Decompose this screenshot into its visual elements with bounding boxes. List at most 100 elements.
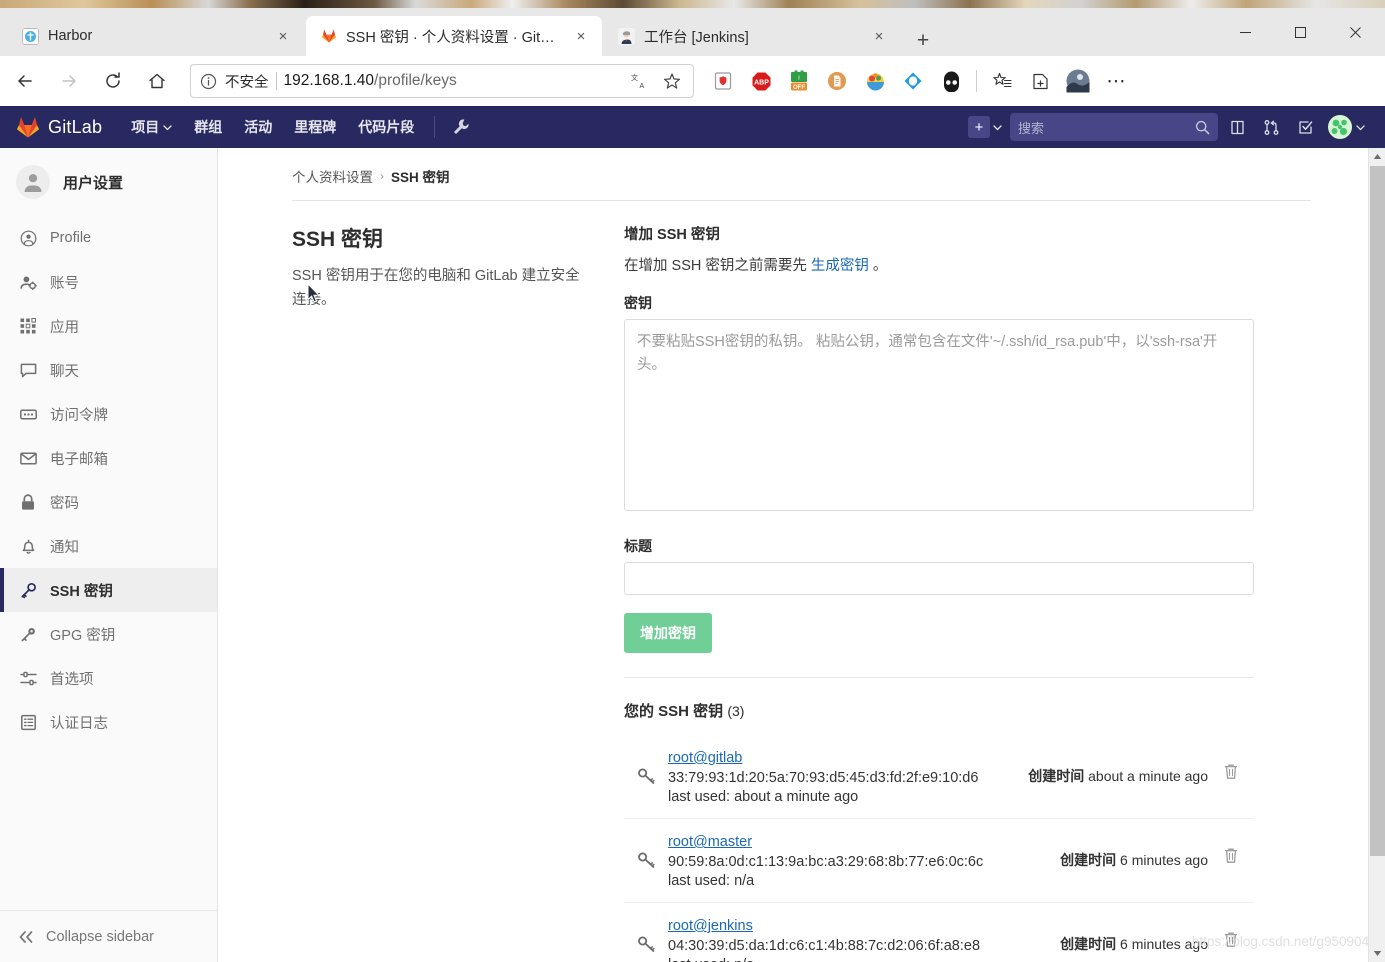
sidebar-item-auth-log[interactable]: 认证日志 [0,700,217,744]
document-extension-icon[interactable] [818,62,856,100]
nav-item-projects[interactable]: 项目 [120,106,183,148]
translate-icon[interactable]: 文A [626,68,652,94]
created-value: about a minute ago [1088,768,1208,784]
gitlab-nav-menu: 项目 群组 活动 里程碑 代码片段 [120,106,478,148]
bell-icon [18,538,38,555]
add-key-button[interactable]: 增加密钥 [624,613,712,653]
favorite-star-icon[interactable] [659,68,685,94]
https-everywhere-off-icon[interactable]: i OFF [780,62,818,100]
search-input[interactable]: 搜索 [1010,113,1218,141]
gitlab-top-nav: GitLab 项目 群组 活动 里程碑 代码片段 + 搜索 [0,106,1385,148]
close-icon[interactable]: × [868,25,890,47]
forward-button[interactable] [50,62,88,100]
info-icon[interactable] [199,72,218,91]
issues-icon[interactable] [1222,112,1252,142]
sidebar-item-ssh-keys[interactable]: SSH 密钥 [0,568,217,612]
url-divider [275,72,277,90]
breadcrumb-parent[interactable]: 个人资料设置 [292,166,373,186]
collapse-sidebar-button[interactable]: Collapse sidebar [0,910,217,962]
nav-item-milestones[interactable]: 里程碑 [283,106,347,148]
sidebar-item-account[interactable]: 账号 [0,260,217,304]
adblock-plus-icon[interactable]: ABP [742,62,780,100]
tab-title: 工作台 [Jenkins] [644,29,749,46]
close-icon[interactable]: × [570,25,592,47]
nav-item-label: 里程碑 [294,119,337,135]
key-name-link[interactable]: root@gitlab [668,750,742,766]
cloud-extension-icon[interactable] [894,62,932,100]
wrench-icon[interactable] [444,106,478,148]
form-subtext-after: 。 [868,258,888,274]
sliders-icon [18,670,38,687]
favorites-icon[interactable] [983,62,1021,100]
sidebar-item-gpg-keys[interactable]: GPG 密钥 [0,612,217,656]
sidebar-item-chat[interactable]: 聊天 [0,348,217,392]
key-name-link[interactable]: root@master [668,834,752,850]
sidebar-item-notifications[interactable]: 通知 [0,524,217,568]
svg-text:文: 文 [631,73,638,82]
key-input[interactable] [624,319,1254,511]
nav-item-groups[interactable]: 群组 [183,106,233,148]
window-maximize-button[interactable] [1277,16,1323,48]
sidebar-header: 用户设置 [0,148,217,216]
trash-icon[interactable] [1208,833,1254,864]
sidebar-item-password[interactable]: 密码 [0,480,217,524]
trash-icon[interactable] [1208,749,1254,780]
user-menu-button[interactable] [1324,115,1369,139]
sidebar-item-label: 账号 [50,275,79,292]
scroll-up-icon[interactable] [1369,148,1385,165]
collections-icon[interactable] [1021,62,1059,100]
shield-extension-icon[interactable] [704,62,742,100]
address-bar[interactable]: 不安全 192.168.1.40/profile/keys 文A [190,64,694,98]
browser-more-button[interactable]: ⋯ [1097,62,1135,100]
back-button[interactable] [6,62,44,100]
title-input[interactable] [624,562,1254,595]
browser-tab-harbor[interactable]: Harbor × [8,16,304,56]
sidebar-item-preferences[interactable]: 首选项 [0,656,217,700]
sidebar-item-profile[interactable]: Profile [0,216,217,260]
sidebar-item-label: 电子邮箱 [50,451,108,468]
sidebar-item-emails[interactable]: 电子邮箱 [0,436,217,480]
desktop-wallpaper-strip [0,0,1385,8]
url-host: 192.168.1.40 [283,72,375,89]
browser-tab-gitlab[interactable]: SSH 密钥 · 个人资料设置 · GitLab × [306,16,602,56]
new-tab-button[interactable]: + [908,26,938,56]
created-label: 创建时间 [1060,936,1117,952]
colorful-extension-icon[interactable] [856,62,894,100]
new-dropdown-button[interactable]: + [964,116,1006,138]
todos-icon[interactable] [1290,112,1320,142]
scroll-down-icon[interactable] [1369,945,1385,962]
profile-avatar[interactable] [1059,62,1097,100]
nav-item-activity[interactable]: 活动 [233,106,283,148]
svg-text:OFF: OFF [793,85,805,91]
close-icon[interactable]: × [272,25,294,47]
browser-tab-jenkins[interactable]: 工作台 [Jenkins] × [604,16,900,56]
key-created-meta: 创建时间 about a minute ago [1028,749,1208,786]
jenkins-icon [618,27,635,45]
trash-icon[interactable] [1208,917,1254,948]
generate-key-link[interactable]: 生成密钥 [811,258,869,274]
page-scrollbar[interactable] [1368,148,1385,962]
gitlab-logo-link[interactable]: GitLab [16,115,102,139]
browser-window: Harbor × SSH 密钥 · 个人资料设置 · GitLab × 工作台 … [0,8,1385,962]
chevron-down-icon [1356,123,1365,132]
security-status-text: 不安全 [225,74,269,91]
sidebar-item-applications[interactable]: 应用 [0,304,217,348]
merge-requests-icon[interactable] [1256,112,1286,142]
form-heading: 增加 SSH 密钥 [624,227,720,243]
key-name-link[interactable]: root@jenkins [668,918,753,934]
user-gear-icon [18,274,38,291]
dark-reader-icon[interactable] [932,62,970,100]
keys-count: (3) [727,703,745,719]
nav-item-snippets[interactable]: 代码片段 [347,106,425,148]
scrollbar-thumb[interactable] [1370,166,1385,856]
breadcrumb-current: SSH 密钥 [391,170,450,185]
home-button[interactable] [138,62,176,100]
window-close-button[interactable] [1332,16,1378,48]
reload-button[interactable] [94,62,132,100]
sidebar-item-label: 首选项 [50,671,94,688]
window-minimize-button[interactable] [1222,16,1268,48]
gitlab-nav-right: + 搜索 [964,106,1369,148]
sidebar-item-access-tokens[interactable]: 访问令牌 [0,392,217,436]
nav-item-label: 项目 [131,119,160,135]
chat-icon [18,362,38,379]
